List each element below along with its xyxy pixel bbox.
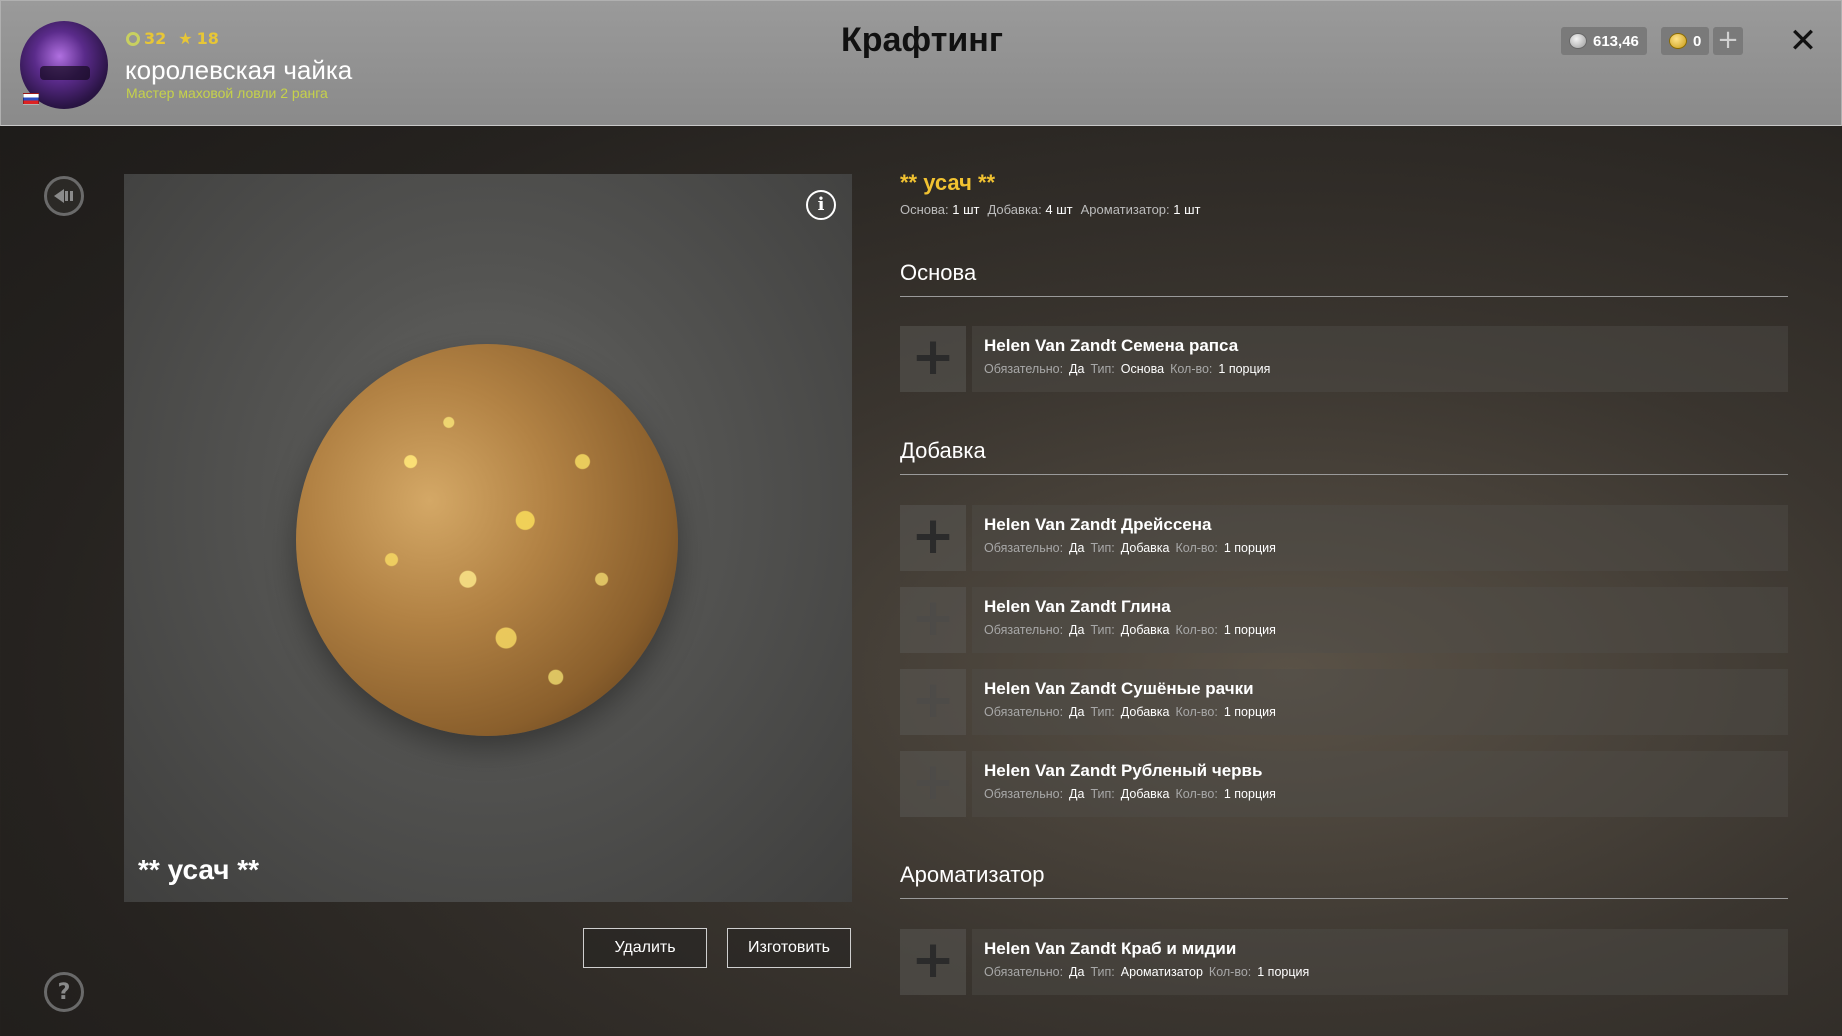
plus-icon[interactable]: + xyxy=(900,669,966,735)
slot-name: Helen Van Zandt Глина xyxy=(984,597,1171,616)
slot-name: Helen Van Zandt Семена рапса xyxy=(984,336,1239,355)
slot-details: Helen Van Zandt Краб и мидии Обязательно… xyxy=(972,929,1788,995)
gold-balance: 0 xyxy=(1661,27,1710,55)
back-icon xyxy=(54,189,73,203)
help-icon: ? xyxy=(57,979,71,1005)
country-flag-icon xyxy=(23,93,39,105)
ingredient-slot[interactable]: + Helen Van Zandt Семена рапса Обязатель… xyxy=(900,326,1788,392)
section-flavor-title: Ароматизатор xyxy=(900,862,1788,899)
summary-flavor: Ароматизатор: 1 шт xyxy=(1080,202,1201,217)
slot-meta: Обязательно: Да Тип: Добавка Кол-во: 1 порц… xyxy=(984,541,1276,555)
plus-icon[interactable]: + xyxy=(900,929,966,995)
plus-icon[interactable]: + xyxy=(900,587,966,653)
ingredient-slot[interactable]: + Helen Van Zandt Сушёные рачки Обязател… xyxy=(900,669,1788,735)
slot-meta: Обязательно: Да Тип: Добавка Кол-во: 1 порц… xyxy=(984,787,1276,801)
summary-additive: Добавка: 4 шт xyxy=(987,202,1073,217)
ingredient-slot[interactable]: + Helen Van Zandt Рубленый червь Обязате… xyxy=(900,751,1788,817)
section-base-title: Основа xyxy=(900,260,1788,297)
slot-details: Helen Van Zandt Глина Обязательно: Да Тип… xyxy=(972,587,1788,653)
slot-name: Helen Van Zandt Дрейссена xyxy=(984,515,1212,534)
player-rank: Мастер маховой ловли 2 ранга xyxy=(126,85,328,101)
silver-balance: 613,46 xyxy=(1561,27,1647,55)
silver-value: 613,46 xyxy=(1593,32,1639,50)
bait-ball-image xyxy=(296,344,678,736)
slot-details: Helen Van Zandt Рубленый червь Обязатель… xyxy=(972,751,1788,817)
preview-item-name: ** усач ** xyxy=(138,854,260,885)
slot-details: Helen Van Zandt Семена рапса Обязательно… xyxy=(972,326,1788,392)
slot-meta: Обязательно: Да Тип: Добавка Кол-во: 1 порц… xyxy=(984,705,1276,719)
help-button[interactable]: ? xyxy=(44,972,84,1012)
recipe-summary: Основа: 1 шт Добавка: 4 шт Ароматизатор:… xyxy=(900,202,1201,217)
plus-icon[interactable]: + xyxy=(900,751,966,817)
section-additive-title: Добавка xyxy=(900,438,1788,475)
slot-meta: Обязательно: Да Тип: Ароматизатор Кол-во: 1… xyxy=(984,965,1310,979)
slot-details: Helen Van Zandt Дрейссена Обязательно: Да… xyxy=(972,505,1788,571)
plus-icon[interactable]: + xyxy=(900,505,966,571)
slot-meta: Обязательно: Да Тип: Основа Кол-во: 1 порци… xyxy=(984,362,1271,376)
recipe-title: ** усач ** xyxy=(900,170,996,195)
info-icon[interactable]: i xyxy=(806,190,836,220)
slot-details: Helen Van Zandt Сушёные рачки Обязательн… xyxy=(972,669,1788,735)
summary-base: Основа: 1 шт xyxy=(900,202,980,217)
add-gold-button[interactable]: + xyxy=(1713,27,1743,55)
ingredient-slot[interactable]: + Helen Van Zandt Дрейссена Обязательно:… xyxy=(900,505,1788,571)
back-button[interactable] xyxy=(44,176,84,216)
gold-coin-icon xyxy=(1669,33,1687,49)
silver-coin-icon xyxy=(1569,33,1587,49)
slot-name: Helen Van Zandt Сушёные рачки xyxy=(984,679,1254,698)
ingredient-slot[interactable]: + Helen Van Zandt Краб и мидии Обязатель… xyxy=(900,929,1788,995)
top-bar: 32 ★ 18 королевская чайка Мастер маховой… xyxy=(0,0,1842,126)
close-button[interactable]: ✕ xyxy=(1787,21,1819,61)
ingredient-slot[interactable]: + Helen Van Zandt Глина Обязательно: Да Т… xyxy=(900,587,1788,653)
slot-name: Helen Van Zandt Краб и мидии xyxy=(984,939,1237,958)
delete-button[interactable]: Удалить xyxy=(583,928,707,968)
plus-icon[interactable]: + xyxy=(900,326,966,392)
slot-meta: Обязательно: Да Тип: Добавка Кол-во: 1 порц… xyxy=(984,623,1276,637)
craft-button[interactable]: Изготовить xyxy=(727,928,851,968)
slot-name: Helen Van Zandt Рубленый червь xyxy=(984,761,1263,780)
gold-value: 0 xyxy=(1693,32,1702,50)
item-preview: i ** усач ** xyxy=(124,174,852,902)
